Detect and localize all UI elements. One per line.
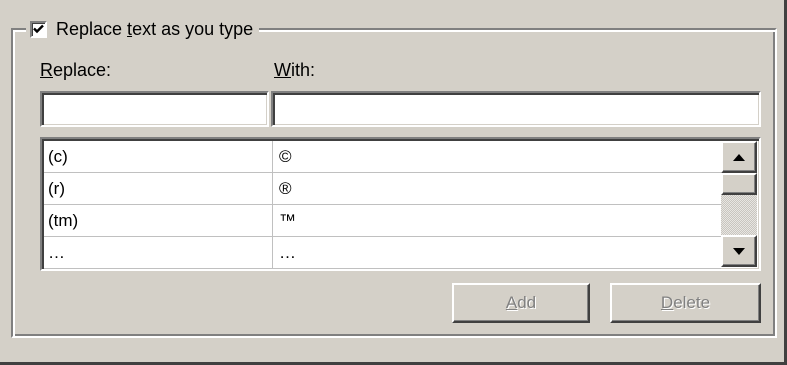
list-item[interactable]: (c) © bbox=[44, 141, 721, 173]
entry-with: … bbox=[279, 243, 296, 262]
entry-replace: (r) bbox=[44, 173, 273, 204]
replace-input[interactable] bbox=[40, 91, 269, 127]
add-button-label: Add bbox=[505, 293, 537, 312]
replace-column-label: Replace: bbox=[40, 60, 112, 80]
entry-replace: (tm) bbox=[44, 205, 273, 236]
list-item[interactable]: … … bbox=[44, 237, 721, 269]
replace-text-checkbox[interactable] bbox=[30, 20, 47, 38]
scroll-thumb[interactable] bbox=[721, 173, 757, 195]
entry-with: ™ bbox=[279, 211, 296, 230]
replace-text-label: Replace text as you type bbox=[56, 18, 254, 39]
entry-replace: … bbox=[44, 237, 273, 268]
list-item[interactable]: (tm) ™ bbox=[44, 205, 721, 237]
replace-text-as-you-type-toggle[interactable]: Replace text as you type bbox=[26, 14, 260, 44]
arrow-down-icon bbox=[733, 247, 745, 255]
with-column-label: With: bbox=[274, 60, 316, 80]
list-scrollbar[interactable] bbox=[721, 141, 757, 267]
entries-rows: (c) © (r) ® (tm) ™ … … bbox=[44, 141, 721, 269]
autocorrect-entries-list[interactable]: (c) © (r) ® (tm) ™ … … bbox=[40, 137, 761, 271]
scroll-up-button[interactable] bbox=[721, 141, 757, 173]
entry-with: © bbox=[279, 147, 292, 166]
list-item[interactable]: (r) ® bbox=[44, 173, 721, 205]
add-button[interactable]: Add bbox=[452, 283, 590, 323]
entry-with: ® bbox=[279, 179, 292, 198]
arrow-up-icon bbox=[733, 153, 745, 161]
delete-button[interactable]: Delete bbox=[610, 283, 761, 323]
checkmark-icon bbox=[33, 24, 44, 34]
delete-button-label: Delete bbox=[660, 293, 711, 312]
with-input[interactable] bbox=[271, 91, 761, 127]
scroll-down-button[interactable] bbox=[721, 235, 757, 267]
entry-replace: (c) bbox=[44, 141, 273, 172]
autocorrect-panel: Replace text as you type Replace: With: … bbox=[0, 0, 787, 365]
